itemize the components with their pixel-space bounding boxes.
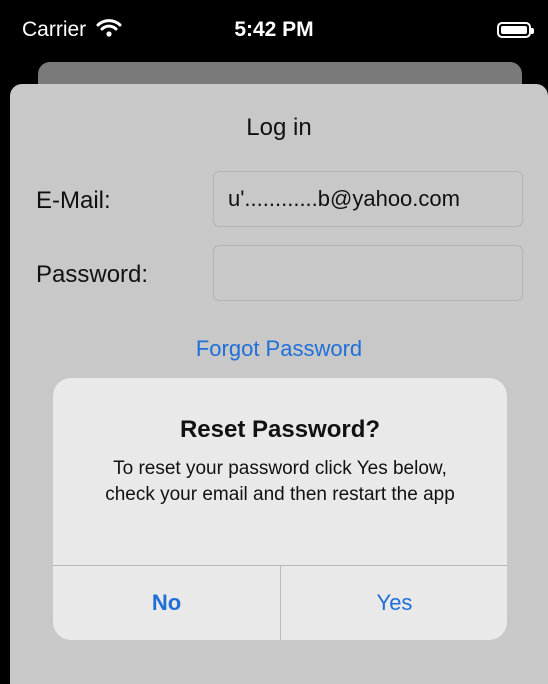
reset-password-alert: Reset Password? To reset your password c… <box>53 378 507 640</box>
no-button[interactable]: No <box>53 566 280 640</box>
forgot-password-link[interactable]: Forgot Password <box>10 336 548 362</box>
password-field[interactable] <box>213 245 523 301</box>
email-label: E-Mail: <box>36 187 111 214</box>
alert-message: To reset your password click Yes below, … <box>105 458 455 505</box>
email-value: u'............b@yahoo.com <box>228 186 460 211</box>
email-field[interactable]: u'............b@yahoo.com <box>213 171 523 227</box>
password-label: Password: <box>36 261 149 288</box>
battery-icon <box>497 22 534 38</box>
status-time: 5:42 PM <box>234 18 314 41</box>
status-bar: Carrier 5:42 PM <box>0 0 548 60</box>
yes-button[interactable]: Yes <box>281 566 507 640</box>
page-title: Log in <box>246 114 312 141</box>
alert-title: Reset Password? <box>179 416 381 443</box>
